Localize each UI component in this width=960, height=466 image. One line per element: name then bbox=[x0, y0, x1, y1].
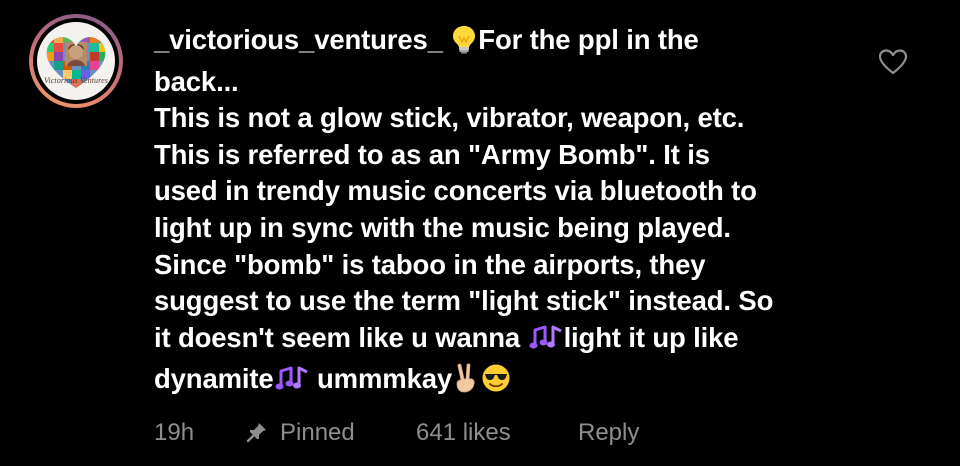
timestamp: 19h bbox=[154, 419, 195, 446]
comment-line-2: back... bbox=[154, 65, 239, 97]
comment-line-1-text: For the ppl in the bbox=[478, 24, 699, 55]
avatar-text: Victorious Ventures bbox=[44, 76, 108, 85]
comment-line-1: _victorious_ventures_ For the ppl in the bbox=[154, 22, 854, 64]
comment-line-10a: dynamite bbox=[154, 363, 274, 395]
comment-line-7: Since "bomb" is taboo in the airports, t… bbox=[154, 248, 706, 280]
heart-collage-icon bbox=[46, 37, 106, 88]
comment-line-3: This is not a glow stick, vibrator, weap… bbox=[154, 102, 745, 134]
heart-outline-icon[interactable] bbox=[878, 48, 908, 76]
avatar-image: Victorious Ventures bbox=[37, 22, 115, 100]
comment-line-9: it doesn't seem like u wanna light it up… bbox=[154, 320, 854, 362]
comment: Victorious Ventures _victorious_ventures… bbox=[0, 0, 960, 466]
pinned-label: Pinned bbox=[280, 419, 355, 446]
victory-hand-icon bbox=[453, 363, 479, 403]
comment-line-9a: it doesn't seem like u wanna bbox=[154, 321, 528, 353]
comment-line-4: This is referred to as an "Army Bomb". I… bbox=[154, 138, 710, 170]
comment-text: _victorious_ventures_ For the ppl in the… bbox=[154, 22, 854, 403]
comment-line-5: used in trendy music concerts via blueto… bbox=[154, 175, 757, 207]
comment-line-8: suggest to use the term "light stick" in… bbox=[154, 285, 774, 317]
username[interactable]: _victorious_ventures_ bbox=[154, 24, 443, 55]
comment-line-10b: ummmkay bbox=[309, 363, 453, 395]
comment-line-10: dynamite ummmkay bbox=[154, 361, 854, 403]
comment-line-6: light up in sync with the music being pl… bbox=[154, 211, 731, 243]
likes-count[interactable]: 641 likes bbox=[416, 419, 511, 447]
sunglasses-face-icon bbox=[481, 363, 511, 403]
comment-line-9b: light it up like bbox=[563, 321, 739, 353]
avatar[interactable]: Victorious Ventures bbox=[29, 14, 123, 108]
musical-notes-icon bbox=[529, 324, 563, 362]
reply-button[interactable]: Reply bbox=[578, 419, 639, 447]
musical-notes-icon-2 bbox=[275, 365, 309, 403]
light-bulb-icon bbox=[451, 24, 477, 64]
pin-icon bbox=[246, 423, 266, 443]
